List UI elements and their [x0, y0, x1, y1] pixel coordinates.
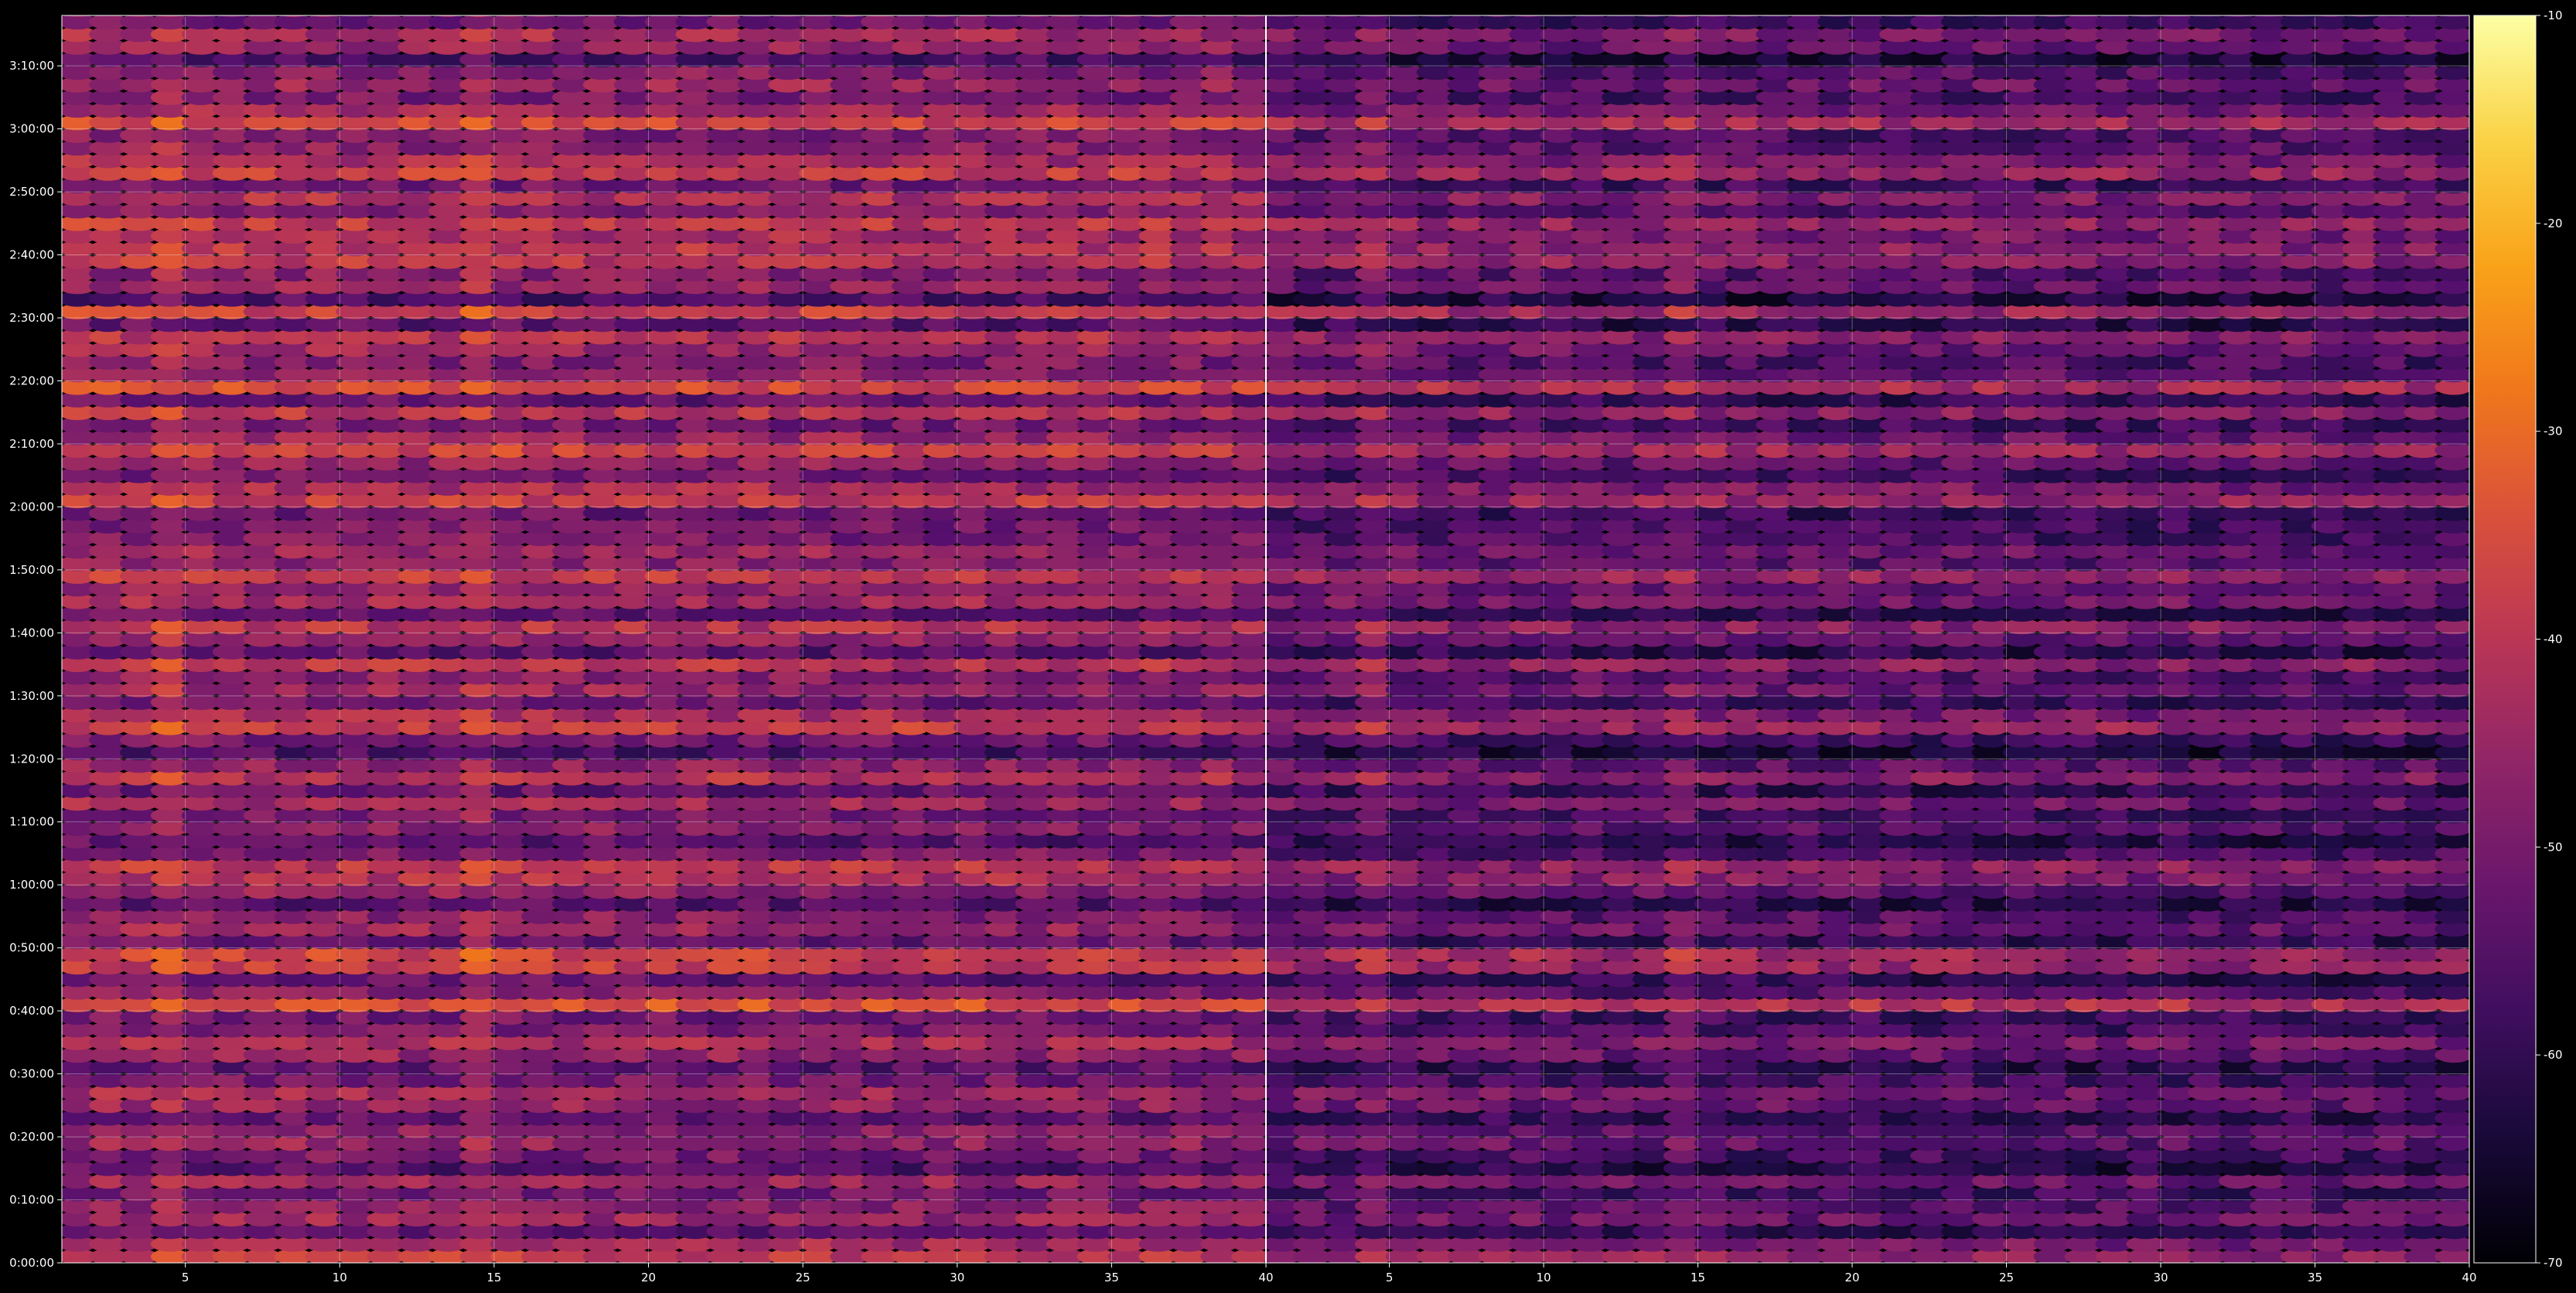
heatmap-figure: 0:00:000:10:000:20:000:30:000:40:000:50:…: [0, 0, 2576, 1293]
